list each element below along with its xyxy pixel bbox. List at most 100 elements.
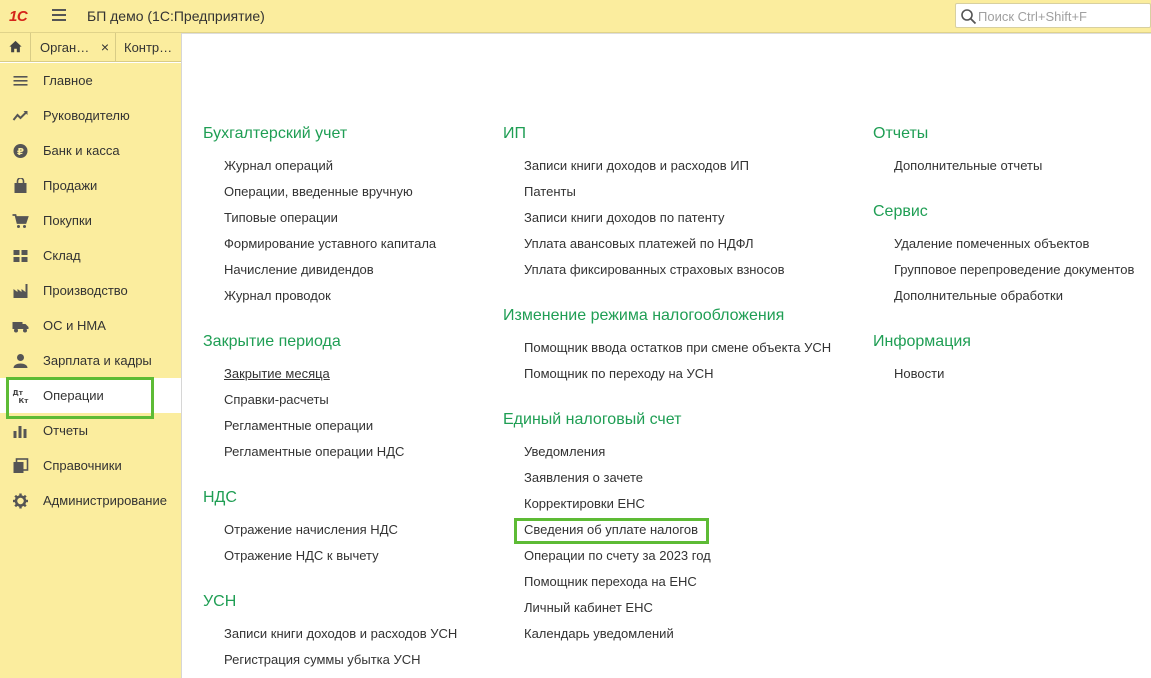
sidebar-item-bank[interactable]: ₽ Банк и касса <box>0 133 181 168</box>
link-additional-reports[interactable]: Дополнительные отчеты <box>894 158 1042 173</box>
section-title-info: Информация <box>873 333 971 350</box>
link-news[interactable]: Новости <box>894 366 944 381</box>
section-title-reports: Отчеты <box>873 125 929 142</box>
cart-icon <box>12 214 29 228</box>
sidebar-item-purchases[interactable]: Покупки <box>0 203 181 238</box>
link-patent-ledger[interactable]: Записи книги доходов по патенту <box>524 210 724 225</box>
sidebar-item-manager[interactable]: Руководителю <box>0 98 181 133</box>
link-ndfl-advance[interactable]: Уплата авансовых платежей по НДФЛ <box>524 236 754 251</box>
link-tax-payment-info[interactable]: Сведения об уплате налогов <box>524 522 698 537</box>
section-title-tax-regime: Изменение режима налогообложения <box>503 307 785 324</box>
bag-icon <box>14 178 27 193</box>
main-menu-button[interactable] <box>52 9 66 21</box>
tab-counterparties[interactable]: Контр… <box>116 33 182 62</box>
search-input[interactable] <box>978 7 1148 25</box>
bar-chart-icon <box>13 426 27 438</box>
gear-icon <box>13 493 28 509</box>
sidebar-item-production[interactable]: Производство <box>0 273 181 308</box>
link-standard-operations[interactable]: Типовые операции <box>224 210 338 225</box>
link-notifications[interactable]: Уведомления <box>524 444 605 459</box>
sidebar-item-label: Операции <box>43 388 104 403</box>
sidebar-item-operations[interactable]: Дт Кт Операции <box>0 378 181 413</box>
factory-icon <box>13 284 28 298</box>
section-title-usn: УСН <box>203 593 237 610</box>
close-icon[interactable]: × <box>101 39 109 55</box>
sidebar-item-label: Главное <box>43 73 93 88</box>
link-usn-balance-assistant[interactable]: Помощник ввода остатков при смене объект… <box>524 340 831 355</box>
section-title-ens: Единый налоговый счет <box>503 411 682 428</box>
sidebar-item-main[interactable]: Главное <box>0 63 181 98</box>
svg-text:Дт: Дт <box>13 389 24 397</box>
sidebar-item-label: Руководителю <box>43 108 130 123</box>
link-vat-accrual[interactable]: Отражение начисления НДС <box>224 522 398 537</box>
sidebar-item-label: Продажи <box>43 178 98 193</box>
link-group-reposting[interactable]: Групповое перепроведение документов <box>894 262 1134 277</box>
tab-home[interactable] <box>0 33 31 62</box>
link-routine-operations-vat[interactable]: Регламентные операции НДС <box>224 444 404 459</box>
tab-organizations[interactable]: Орган… × <box>32 33 116 62</box>
link-postings-journal[interactable]: Журнал проводок <box>224 288 331 303</box>
link-manual-operations[interactable]: Операции, введенные вручную <box>224 184 413 199</box>
link-notification-calendar[interactable]: Календарь уведомлений <box>524 626 674 641</box>
section-title-service: Сервис <box>873 203 928 220</box>
link-patents[interactable]: Патенты <box>524 184 576 199</box>
sidebar: Главное Руководителю ₽ Банк и касса Прод… <box>0 63 181 678</box>
sidebar-item-reports[interactable]: Отчеты <box>0 413 181 448</box>
link-offset-applications[interactable]: Заявления о зачете <box>524 470 643 485</box>
ruble-icon: ₽ <box>13 144 28 158</box>
sidebar-item-label: Производство <box>43 283 128 298</box>
sidebar-item-references[interactable]: Справочники <box>0 448 181 483</box>
link-usn-ledger[interactable]: Записи книги доходов и расходов УСН <box>224 626 457 641</box>
link-routine-operations[interactable]: Регламентные операции <box>224 418 373 433</box>
link-ip-ledger[interactable]: Записи книги доходов и расходов ИП <box>524 158 749 173</box>
link-month-closing[interactable]: Закрытие месяца <box>224 366 330 381</box>
section-title-accounting: Бухгалтерский учет <box>203 125 348 142</box>
link-usn-transition-assistant[interactable]: Помощник по переходу на УСН <box>524 366 714 381</box>
sidebar-item-salary[interactable]: Зарплата и кадры <box>0 343 181 378</box>
sidebar-item-fixed-assets[interactable]: ОС и НМА <box>0 308 181 343</box>
sidebar-item-label: Банк и касса <box>43 143 120 158</box>
truck-icon <box>12 322 29 333</box>
section-title-ip: ИП <box>503 125 526 142</box>
app-title: БП демо (1С:Предприятие) <box>87 8 265 24</box>
link-vat-deduction[interactable]: Отражение НДС к вычету <box>224 548 379 563</box>
sidebar-item-administration[interactable]: Администрирование <box>0 483 181 518</box>
app-logo: 1С <box>9 8 28 25</box>
link-ens-transition-assistant[interactable]: Помощник перехода на ЕНС <box>524 574 697 589</box>
divider <box>181 33 182 678</box>
link-ens-cabinet[interactable]: Личный кабинет ЕНС <box>524 600 653 615</box>
link-additional-processing[interactable]: Дополнительные обработки <box>894 288 1063 303</box>
warehouse-icon <box>13 250 28 262</box>
link-calculation-certificates[interactable]: Справки-расчеты <box>224 392 329 407</box>
link-account-operations-2023[interactable]: Операции по счету за 2023 год <box>524 548 711 563</box>
sidebar-item-warehouse[interactable]: Склад <box>0 238 181 273</box>
link-operations-journal[interactable]: Журнал операций <box>224 158 333 173</box>
sidebar-item-label: ОС и НМА <box>43 318 106 333</box>
link-dividends[interactable]: Начисление дивидендов <box>224 262 374 277</box>
link-fixed-insurance[interactable]: Уплата фиксированных страховых взносов <box>524 262 784 277</box>
tab-label: Орган… <box>40 40 90 55</box>
divider <box>182 33 1151 35</box>
section-title-closing: Закрытие периода <box>203 333 341 350</box>
search-box[interactable] <box>955 3 1151 28</box>
sidebar-item-sales[interactable]: Продажи <box>0 168 181 203</box>
list-icon <box>13 76 28 86</box>
link-authorized-capital[interactable]: Формирование уставного капитала <box>224 236 436 251</box>
link-usn-loss[interactable]: Регистрация суммы убытка УСН <box>224 652 421 667</box>
sidebar-item-label: Покупки <box>43 213 92 228</box>
home-icon <box>9 40 22 53</box>
person-icon <box>13 354 28 368</box>
link-ens-adjustments[interactable]: Корректировки ЕНС <box>524 496 645 511</box>
sidebar-item-label: Склад <box>43 248 81 263</box>
tab-label: Контр… <box>124 40 173 55</box>
books-icon <box>13 458 29 473</box>
svg-text:Кт: Кт <box>19 397 30 404</box>
dt-kt-icon: ДтКт <box>13 389 30 404</box>
title-bar: 1С БП демо (1С:Предприятие) <box>0 0 1151 33</box>
link-delete-marked[interactable]: Удаление помеченных объектов <box>894 236 1089 251</box>
search-icon[interactable] <box>960 8 977 25</box>
section-title-vat: НДС <box>203 489 237 506</box>
sidebar-item-label: Справочники <box>43 458 122 473</box>
sidebar-item-label: Зарплата и кадры <box>43 353 152 368</box>
tab-bar: Орган… × Контр… <box>0 33 182 62</box>
